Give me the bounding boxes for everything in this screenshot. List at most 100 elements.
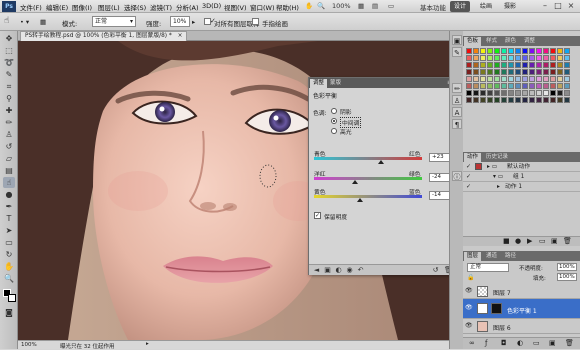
stamp-tool-icon[interactable]: ♙ bbox=[3, 129, 15, 140]
color-swatch[interactable] bbox=[515, 83, 521, 89]
checkmark-icon[interactable]: ✓ bbox=[465, 163, 472, 171]
gradient-tool-icon[interactable]: ▤ bbox=[3, 165, 15, 176]
color-swatch[interactable] bbox=[550, 76, 556, 82]
action-item-row[interactable]: ✓ ▸ 动作 1 bbox=[463, 182, 580, 192]
color-swatch[interactable] bbox=[557, 55, 563, 61]
color-swatch[interactable] bbox=[480, 76, 486, 82]
color-swatch[interactable] bbox=[522, 97, 528, 103]
shape-tool-icon[interactable]: ▭ bbox=[3, 237, 15, 248]
status-arrow-icon[interactable]: ▸ bbox=[146, 341, 149, 347]
color-swatch[interactable] bbox=[536, 48, 542, 54]
color-swatch[interactable] bbox=[522, 48, 528, 54]
new-set-icon[interactable]: ▭ bbox=[539, 237, 546, 245]
eyedropper-tool-icon[interactable]: ⚲ bbox=[3, 93, 15, 104]
color-swatch[interactable] bbox=[487, 55, 493, 61]
color-swatch[interactable] bbox=[501, 48, 507, 54]
paragraph-icon[interactable]: ¶ bbox=[452, 119, 462, 129]
lock-icon[interactable]: 🔒 bbox=[467, 274, 474, 281]
color-swatch[interactable] bbox=[466, 62, 472, 68]
color-swatch[interactable] bbox=[550, 90, 556, 96]
eraser-tool-icon[interactable]: ▱ bbox=[3, 153, 15, 164]
magenta-green-thumb[interactable] bbox=[352, 180, 359, 184]
color-swatch[interactable] bbox=[473, 90, 479, 96]
color-swatch[interactable] bbox=[501, 83, 507, 89]
color-swatch[interactable] bbox=[543, 48, 549, 54]
color-swatch[interactable] bbox=[536, 69, 542, 75]
pen-tool-icon[interactable]: ✒ bbox=[3, 201, 15, 212]
brush-preset-picker[interactable]: • ▾ bbox=[20, 18, 29, 26]
tab-color[interactable]: 颜色 bbox=[502, 37, 519, 46]
radio-highlights[interactable] bbox=[331, 128, 337, 134]
dialog-toggle-icon[interactable] bbox=[475, 163, 482, 170]
tab-channels[interactable]: 通道 bbox=[483, 252, 500, 261]
color-swatch[interactable] bbox=[550, 48, 556, 54]
document-tab[interactable]: PS转手绘教程.psd @ 100% (色彩平衡 1, 图层蒙版/8) * × bbox=[20, 31, 188, 41]
color-swatch[interactable] bbox=[480, 83, 486, 89]
close-icon[interactable]: × bbox=[566, 1, 576, 11]
tab-paths[interactable]: 路径 bbox=[502, 252, 519, 261]
color-swatch[interactable] bbox=[466, 76, 472, 82]
color-swatch[interactable] bbox=[494, 83, 500, 89]
yellow-blue-thumb[interactable] bbox=[357, 198, 364, 202]
color-swatch[interactable] bbox=[515, 90, 521, 96]
color-swatch[interactable] bbox=[494, 69, 500, 75]
color-swatch[interactable] bbox=[508, 83, 514, 89]
action-group-row[interactable]: ✓ ▾ ▭ 组 1 bbox=[463, 172, 580, 182]
brush-presets-icon[interactable]: ✎ bbox=[452, 47, 462, 57]
return-icon[interactable]: ◄ bbox=[312, 266, 321, 275]
strength-dropdown-icon[interactable]: ▸ bbox=[192, 18, 195, 26]
hand-tool-icon[interactable]: ✋ bbox=[3, 261, 15, 272]
color-swatch[interactable] bbox=[508, 62, 514, 68]
color-swatch[interactable] bbox=[501, 90, 507, 96]
workspace-painting[interactable]: 绘画 bbox=[476, 1, 496, 12]
color-swatch[interactable] bbox=[487, 97, 493, 103]
color-swatch[interactable] bbox=[529, 83, 535, 89]
color-swatch[interactable] bbox=[529, 62, 535, 68]
close-tab-icon[interactable]: × bbox=[178, 33, 183, 39]
opacity-value[interactable]: 100% bbox=[557, 263, 577, 271]
strength-input[interactable]: 10% bbox=[170, 16, 190, 27]
smudge-tool-icon[interactable]: ☝ bbox=[4, 16, 9, 26]
color-swatch[interactable] bbox=[543, 83, 549, 89]
color-swatch[interactable] bbox=[466, 83, 472, 89]
tool-presets-icon[interactable]: ▣ bbox=[452, 35, 462, 45]
smudge-tool-icon[interactable]: ☝ bbox=[3, 177, 15, 188]
color-swatch[interactable] bbox=[473, 97, 479, 103]
move-tool-icon[interactable]: ✥ bbox=[3, 33, 15, 44]
color-swatch[interactable] bbox=[557, 76, 563, 82]
color-swatch[interactable] bbox=[508, 97, 514, 103]
color-swatch[interactable] bbox=[564, 83, 570, 89]
color-swatch[interactable] bbox=[515, 97, 521, 103]
color-swatch[interactable] bbox=[508, 55, 514, 61]
color-swatch[interactable] bbox=[536, 97, 542, 103]
color-swatch[interactable] bbox=[564, 97, 570, 103]
color-swatch[interactable] bbox=[536, 76, 542, 82]
color-swatch[interactable] bbox=[473, 83, 479, 89]
color-swatch[interactable] bbox=[564, 62, 570, 68]
tab-adjustments[interactable]: 调整 bbox=[310, 79, 328, 88]
history-brush-tool-icon[interactable]: ↺ bbox=[3, 141, 15, 152]
color-swatch[interactable] bbox=[522, 76, 528, 82]
color-swatch[interactable] bbox=[508, 48, 514, 54]
color-swatch[interactable] bbox=[557, 69, 563, 75]
tab-actions[interactable]: 动作 bbox=[464, 153, 482, 162]
menu-view[interactable]: 视图(V) bbox=[224, 2, 247, 12]
color-swatch[interactable] bbox=[515, 48, 521, 54]
color-swatch[interactable] bbox=[466, 90, 472, 96]
color-swatch[interactable] bbox=[473, 55, 479, 61]
previous-state-icon[interactable]: ↶ bbox=[356, 266, 365, 275]
group-icon[interactable]: ▭ bbox=[533, 339, 540, 347]
visibility-icon[interactable]: ◉ bbox=[345, 266, 354, 275]
color-swatch[interactable] bbox=[564, 48, 570, 54]
color-swatch[interactable] bbox=[529, 76, 535, 82]
zoom-level[interactable]: 100% bbox=[332, 2, 351, 10]
checkmark-icon[interactable]: ✓ bbox=[465, 183, 472, 191]
fill-value[interactable]: 100% bbox=[557, 273, 577, 281]
color-swatch[interactable] bbox=[466, 97, 472, 103]
color-swatch[interactable] bbox=[522, 69, 528, 75]
clone-source-icon[interactable]: ♙ bbox=[452, 95, 462, 105]
dodge-tool-icon[interactable]: ● bbox=[3, 189, 15, 200]
color-swatch[interactable] bbox=[480, 97, 486, 103]
tab-history[interactable]: 历史记录 bbox=[483, 153, 511, 162]
play-icon[interactable]: ▶ bbox=[527, 237, 532, 245]
